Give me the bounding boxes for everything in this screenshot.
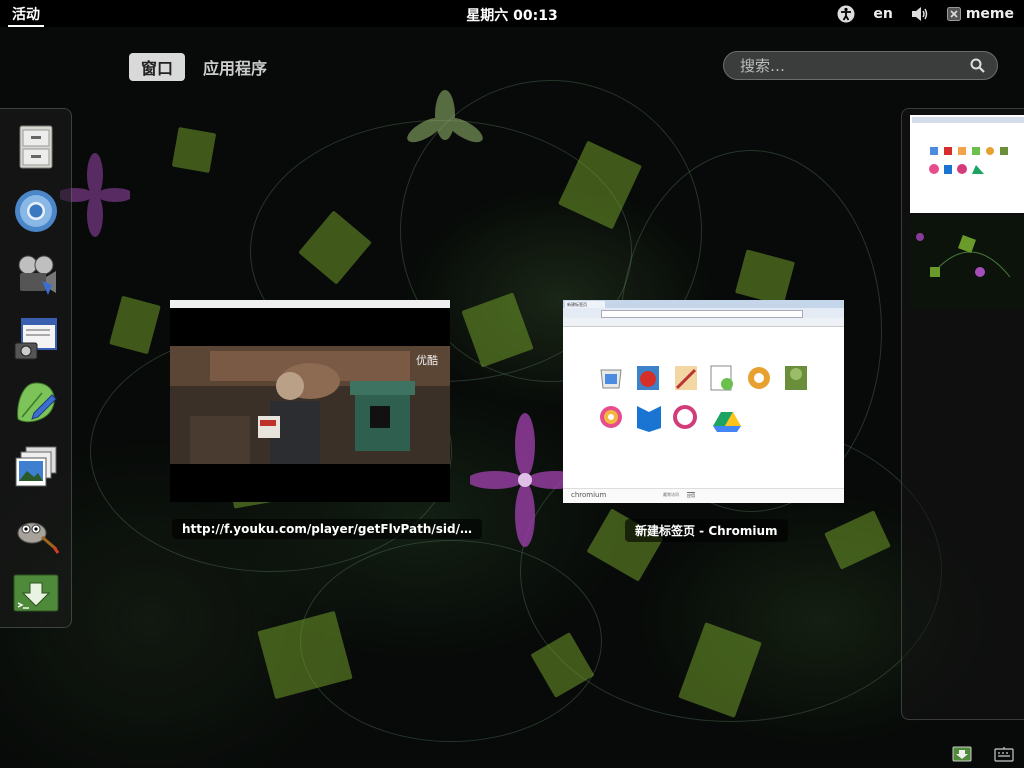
app-tile-plants-vs-zombies[interactable]: [785, 366, 807, 390]
workspace-thumbnail-chromium-preview: [912, 117, 1024, 123]
workspace-thumbnail-1[interactable]: [910, 115, 1024, 213]
window-title-chromium: 新建标签页 - Chromium: [625, 519, 788, 542]
omnibox[interactable]: [601, 310, 803, 318]
browser-toolbar: [563, 308, 844, 318]
app-tile-photo-compare[interactable]: [675, 366, 697, 390]
gimp-icon[interactable]: [12, 507, 60, 555]
workspace-switcher: [901, 108, 1024, 720]
window-thumbnail-chromium[interactable]: 新建标签页 chromium 最常访问 应用: [563, 300, 844, 503]
workspace-thumbnail-apps: [929, 147, 1008, 174]
tab-windows[interactable]: 窗口: [129, 53, 186, 81]
screenshot-tool-icon[interactable]: [12, 315, 60, 363]
browser-tabstrip: 新建标签页: [563, 300, 844, 308]
view-selector: 窗口 应用程序: [129, 53, 279, 81]
search-icon: [970, 58, 985, 73]
app-tile-google-drive[interactable]: [713, 412, 741, 432]
accessibility-icon: [837, 5, 855, 22]
message-tray-icons: [952, 746, 1014, 762]
footer-tab-most-visited[interactable]: 最常访问: [663, 492, 679, 498]
user-name: meme: [965, 5, 1014, 22]
green-flower-decoration: [407, 90, 483, 143]
media-player-icon[interactable]: [12, 251, 60, 299]
workspace-wallpaper-preview: [910, 217, 1024, 309]
window-thumbnail-video[interactable]: 优酷: [170, 300, 450, 502]
footer-tab-apps[interactable]: 应用: [687, 492, 695, 499]
window-title-video: http://f.youku.com/player/getFlvPath/sid…: [172, 519, 482, 539]
download-indicator-icon[interactable]: [952, 746, 972, 762]
app-tile-billiards[interactable]: [748, 367, 770, 389]
search-input[interactable]: [738, 55, 970, 76]
user-menu[interactable]: meme: [946, 5, 1014, 22]
file-cabinet-icon[interactable]: [12, 123, 60, 171]
app-tile-photo-speaker[interactable]: [673, 405, 697, 429]
desktop-wallpaper: [0, 0, 1024, 768]
top-bar: 活动 星期六 00:13 en meme: [0, 0, 1024, 27]
dash: [0, 108, 72, 628]
user-status-icon: [946, 6, 961, 21]
app-tile-angry-birds[interactable]: [637, 366, 659, 390]
keyboard-icon[interactable]: [994, 746, 1014, 762]
browser-footer: chromium 最常访问 应用: [563, 488, 844, 503]
app-tile-chrome-web-store[interactable]: [600, 369, 622, 389]
new-tab-apps-grid: [600, 365, 807, 432]
video-watermark: 优酷: [416, 354, 438, 367]
app-tile-play-books[interactable]: [637, 406, 661, 432]
bookmarks-bar: [563, 318, 844, 327]
clock[interactable]: 星期六 00:13: [466, 8, 557, 24]
volume-menu[interactable]: [911, 6, 929, 22]
tab-applications[interactable]: 应用程序: [191, 53, 279, 81]
video-frame: [170, 346, 450, 464]
chromium-browser-icon[interactable]: [12, 187, 60, 235]
terminal-install-icon[interactable]: [12, 571, 60, 619]
browser-tab[interactable]: 新建标签页: [565, 301, 605, 308]
video-url-bar: [170, 300, 450, 308]
chromium-footer-brand: chromium: [571, 491, 607, 499]
accessibility-menu[interactable]: [837, 5, 855, 23]
keyboard-layout-indicator[interactable]: en: [873, 6, 892, 22]
text-editor-icon[interactable]: [12, 379, 60, 427]
search-box[interactable]: [723, 51, 998, 80]
speaker-icon: [911, 6, 928, 21]
workspace-thumbnail-2[interactable]: [910, 217, 1024, 309]
app-tile-pixlr[interactable]: [600, 406, 622, 428]
app-tile-google-docs[interactable]: [710, 365, 733, 391]
activities-button[interactable]: 活动: [0, 0, 52, 27]
image-viewer-icon[interactable]: [12, 443, 60, 491]
